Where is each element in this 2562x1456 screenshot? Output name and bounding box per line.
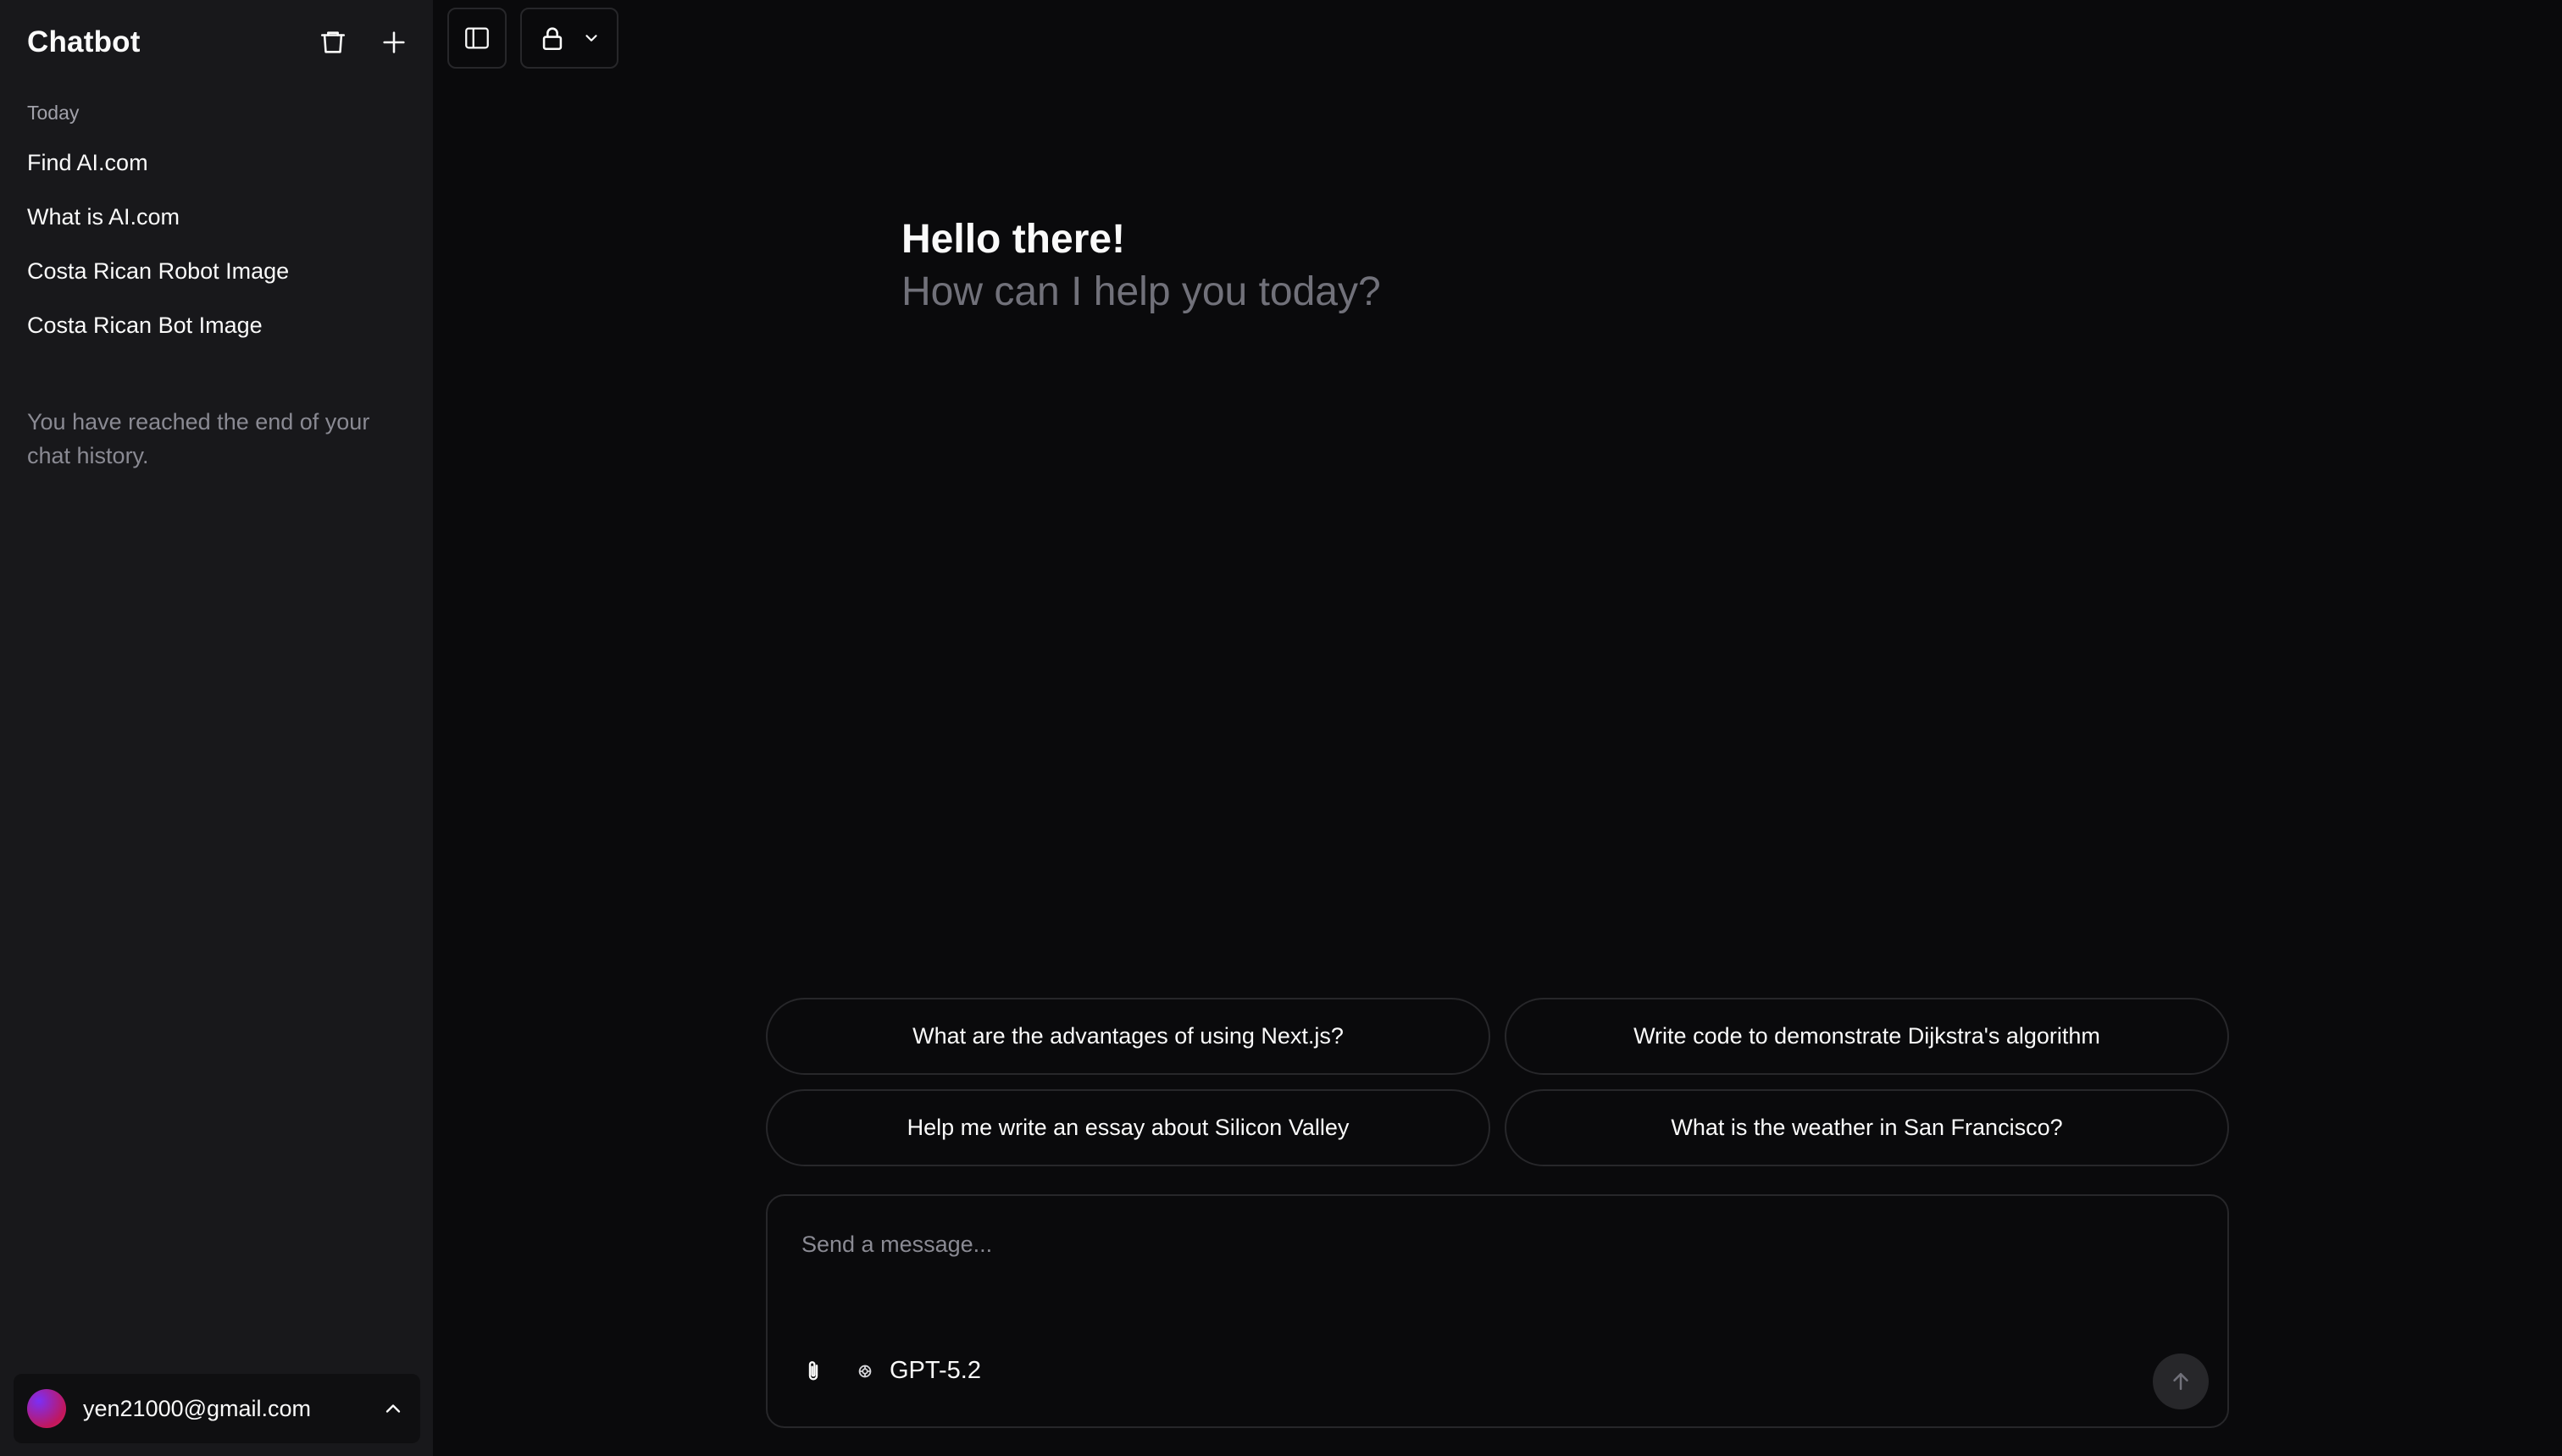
- app-title[interactable]: Chatbot: [27, 25, 141, 59]
- plus-icon: [383, 31, 405, 53]
- model-selector[interactable]: GPT-5.2: [856, 1357, 981, 1385]
- chat-history-item[interactable]: Costa Rican Bot Image: [14, 298, 419, 352]
- chat-history-item[interactable]: Costa Rican Robot Image: [14, 244, 419, 298]
- avatar: [27, 1389, 66, 1428]
- chat-history-list: Find AI.com What is AI.com Costa Rican R…: [14, 136, 419, 352]
- suggestion-button[interactable]: What are the advantages of using Next.js…: [766, 998, 1490, 1075]
- arrow-up-icon: [2173, 1373, 2188, 1390]
- lock-icon: [542, 27, 563, 51]
- paperclip-icon[interactable]: [800, 1358, 827, 1385]
- sidebar-toggle-icon: [465, 27, 489, 49]
- sidebar-actions: [314, 24, 413, 61]
- message-composer: GPT-5.2: [766, 1194, 2229, 1428]
- openai-icon: [858, 1365, 872, 1377]
- send-button[interactable]: [2153, 1354, 2209, 1409]
- greeting-title: Hello there!: [901, 217, 1126, 262]
- greeting: Hello there! How can I help you today?: [901, 213, 1381, 318]
- end-of-history-message: You have reached the end of your chat hi…: [27, 409, 370, 468]
- app-root: Chatbot Today Find AI.com What is AI.com…: [0, 0, 2562, 1456]
- greeting-subtitle: How can I help you today?: [901, 269, 1381, 314]
- main-panel: Hello there! How can I help you today? W…: [433, 0, 2562, 1456]
- chat-history-item[interactable]: What is AI.com: [14, 190, 419, 244]
- sidebar: Chatbot Today Find AI.com What is AI.com…: [0, 0, 433, 1456]
- history-section-label: Today: [27, 102, 80, 124]
- suggestion-button[interactable]: Write code to demonstrate Dijkstra's alg…: [1505, 998, 2229, 1075]
- trash-icon: [320, 31, 346, 53]
- suggested-actions: What are the advantages of using Next.js…: [766, 998, 2229, 1166]
- suggestion-button[interactable]: What is the weather in San Francisco?: [1505, 1089, 2229, 1166]
- chevron-down-icon: [585, 35, 597, 42]
- top-bar: [447, 8, 618, 69]
- toggle-sidebar-button[interactable]: [447, 8, 507, 69]
- message-input[interactable]: [801, 1232, 2072, 1258]
- visibility-selector[interactable]: [520, 8, 618, 69]
- user-menu-button[interactable]: yen21000@gmail.com: [14, 1374, 420, 1443]
- model-name: GPT-5.2: [890, 1357, 981, 1384]
- user-email: yen21000@gmail.com: [83, 1395, 312, 1421]
- delete-all-chats-button[interactable]: [314, 24, 352, 61]
- new-chat-button[interactable]: [375, 24, 413, 61]
- suggestion-button[interactable]: Help me write an essay about Silicon Val…: [766, 1089, 1490, 1166]
- chat-history-item[interactable]: Find AI.com: [14, 136, 419, 190]
- sidebar-header: Chatbot: [27, 19, 413, 66]
- chevron-up-icon: [385, 1404, 401, 1413]
- composer-tools: GPT-5.2: [800, 1357, 981, 1385]
